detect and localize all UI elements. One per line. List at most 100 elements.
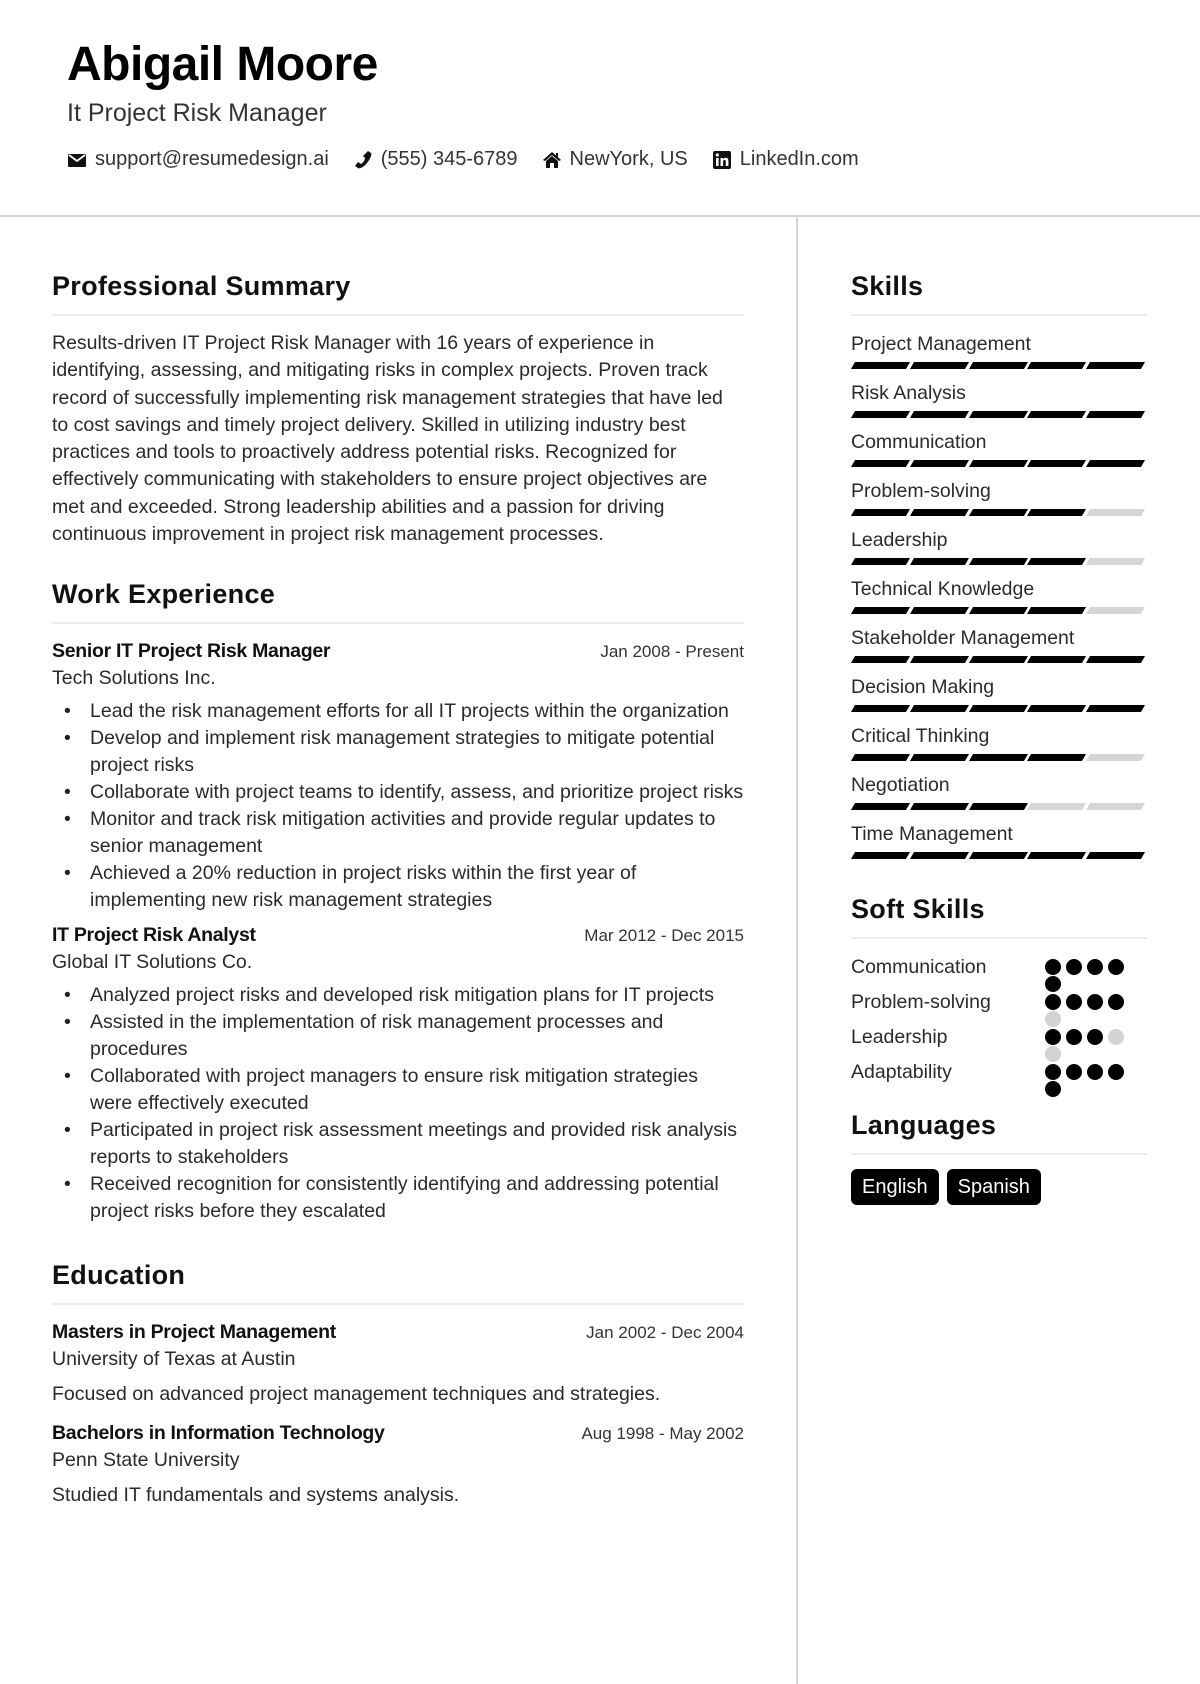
rating-dot-filled (1108, 1064, 1124, 1080)
skill-segment-filled (909, 607, 969, 614)
rating-dot-filled (1087, 994, 1103, 1010)
skill-segment-filled (968, 558, 1028, 565)
soft-skills-section: Soft Skills Communication Problem-solving… (851, 885, 1147, 1097)
work-experience-section: Work Experience Senior IT Project Risk M… (52, 570, 744, 1225)
rating-dot-empty (1045, 1046, 1061, 1062)
skill-name: Critical Thinking (851, 725, 990, 747)
degree-title: Masters in Project Management (52, 1321, 336, 1344)
rating-dot-filled (1045, 976, 1061, 992)
skill-segment-filled (1086, 705, 1146, 712)
skill-segment-filled (909, 705, 969, 712)
phone-icon (354, 150, 372, 168)
skill-segment-filled (850, 852, 910, 859)
rating-dot-filled (1045, 1064, 1061, 1080)
skill-segment-filled (909, 460, 969, 467)
skill-level-bar (850, 558, 1147, 565)
job-header: Senior IT Project Risk Manager Jan 2008 -… (52, 638, 744, 665)
skill-segment-filled (1086, 362, 1146, 369)
skill-segment-filled (1027, 362, 1087, 369)
education-description: Focused on advanced project management t… (52, 1383, 661, 1406)
contact-location: NewYork, US (542, 148, 688, 171)
rating-dot-filled (1045, 1081, 1061, 1097)
education-entry: Bachelors in Information Technology Aug 1… (52, 1420, 744, 1509)
education-date: Jan 2002 - Dec 2004 (586, 1323, 744, 1343)
skill-segment-filled (1027, 754, 1087, 761)
contact-email[interactable]: support@resumedesign.ai (67, 148, 329, 171)
skill-segment-filled (850, 411, 910, 418)
skill-name: Project Management (851, 333, 1031, 355)
skill-segment-filled (968, 754, 1028, 761)
soft-skill-name: Problem-solving (851, 991, 991, 1013)
bullet-item: Develop and implement risk management st… (52, 725, 744, 779)
main-column: Professional Summary Results-driven IT P… (52, 262, 744, 1521)
skill-segment-filled (1027, 607, 1087, 614)
language-list: English Spanish (851, 1169, 1147, 1205)
bullet-item: Monitor and track risk mitigation activi… (52, 806, 744, 860)
skill-segment-filled (1027, 852, 1087, 859)
job-bullets: Lead the risk management efforts for all… (52, 698, 744, 914)
skill-item: Decision Making (850, 673, 1147, 712)
section-title: Skills (851, 262, 1147, 316)
contact-location-text: NewYork, US (569, 148, 688, 170)
rating-dot-filled (1108, 994, 1124, 1010)
skill-level-bar (850, 852, 1147, 859)
contact-email-text: support@resumedesign.ai (95, 148, 329, 170)
skill-segment-filled (850, 509, 910, 516)
skill-segment-filled (968, 852, 1028, 859)
skill-name: Risk Analysis (851, 382, 966, 404)
skill-segment-filled (850, 656, 910, 663)
summary-text: Results-driven IT Project Risk Manager w… (52, 332, 723, 546)
professional-summary-section: Professional Summary Results-driven IT P… (52, 262, 744, 548)
bullet-item: Analyzed project risks and developed ris… (52, 982, 744, 1009)
bullet-item: Achieved a 20% reduction in project risk… (52, 860, 744, 914)
rating-dot-empty (1045, 1011, 1061, 1027)
skill-segment-filled (1086, 656, 1146, 663)
section-title: Work Experience (52, 570, 744, 625)
section-title: Soft Skills (851, 885, 1147, 939)
skill-segment-filled (909, 558, 969, 565)
job-date: Mar 2012 - Dec 2015 (584, 926, 744, 946)
envelope-icon (68, 153, 86, 167)
skill-segment-filled (850, 558, 910, 565)
bullet-item: Participated in project risk assessment … (52, 1117, 744, 1171)
education-entry: Masters in Project Management Jan 2002 - … (52, 1319, 744, 1408)
skill-segment-filled (850, 803, 910, 810)
skill-segment-filled (968, 607, 1028, 614)
skill-name: Communication (851, 431, 987, 453)
contact-linkedin[interactable]: LinkedIn.com (712, 148, 859, 171)
linkedin-icon (712, 150, 731, 169)
skill-name: Decision Making (851, 676, 995, 698)
soft-skill-item: Leadership (851, 1023, 1147, 1062)
job-date: Jan 2008 - Present (600, 642, 744, 662)
skill-segment-filled (850, 362, 910, 369)
skill-segment-filled (1027, 656, 1087, 663)
soft-skill-item: Problem-solving (851, 988, 1147, 1027)
skill-segment-filled (1086, 460, 1146, 467)
sidebar-column: Skills Project Management Risk Analysis Co… (850, 262, 1147, 1205)
skill-segment-filled (1027, 705, 1087, 712)
rating-dot-filled (1087, 1064, 1103, 1080)
candidate-name: Abigail Moore (67, 38, 378, 91)
rating-dot-filled (1066, 1029, 1082, 1045)
job-list: Senior IT Project Risk Manager Jan 2008 -… (52, 638, 744, 1225)
skill-segment-filled (909, 411, 969, 418)
education-description: Studied IT fundamentals and systems anal… (52, 1484, 460, 1507)
skill-segment-empty (1086, 607, 1146, 614)
skill-segment-filled (968, 509, 1028, 516)
skill-item: Time Management (850, 820, 1147, 859)
education-section: Education Masters in Project Management J… (52, 1251, 744, 1509)
skill-segment-filled (968, 411, 1028, 418)
skill-segment-filled (909, 803, 969, 810)
contact-phone[interactable]: (555) 345-6789 (353, 148, 518, 171)
home-icon (542, 151, 561, 168)
skill-level-bar (850, 705, 1147, 712)
rating-dot-filled (1108, 959, 1124, 975)
skill-segment-filled (850, 460, 910, 467)
candidate-role: It Project Risk Manager (67, 99, 327, 127)
bullet-item: Collaborated with project managers to en… (52, 1063, 744, 1117)
skill-level-bar (850, 362, 1147, 369)
skill-name: Leadership (851, 529, 948, 551)
section-title: Professional Summary (52, 262, 744, 316)
bullet-item: Collaborate with project teams to identi… (52, 779, 744, 806)
skill-segment-filled (1027, 509, 1087, 516)
